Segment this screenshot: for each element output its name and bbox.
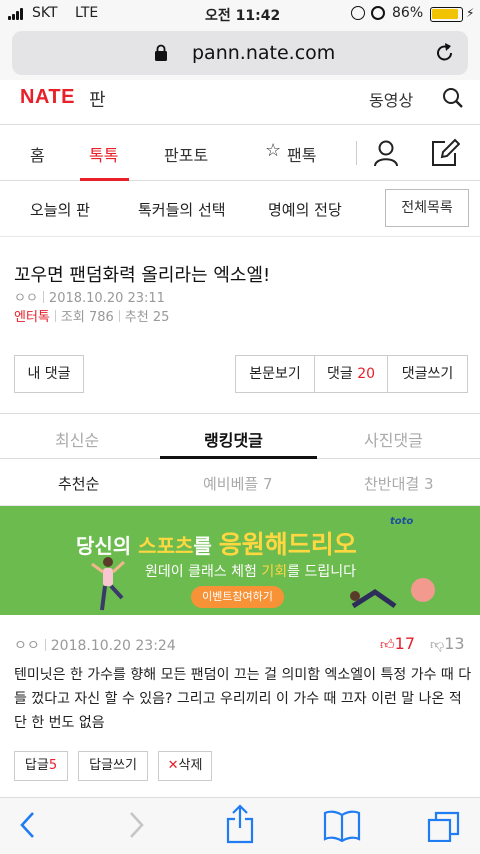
comment-date: 2018.10.20 23:24 (50, 638, 176, 654)
lock-icon (155, 44, 167, 61)
nav-item-toktok[interactable]: 톡톡 (89, 142, 118, 166)
article-author[interactable]: ㅇㅇ (14, 291, 38, 306)
comments-label: 댓글 (326, 366, 353, 382)
article-stats: 엔터톡 조회 786 추천 25 (14, 306, 169, 325)
tab-photo[interactable]: 사진댓글 (364, 427, 423, 451)
toto-logo: toto (390, 516, 414, 527)
sub-nav: 오늘의 판 톡커들의 선택 명예의 전당 전체목록 (0, 181, 480, 237)
bookmarks-icon[interactable] (323, 810, 361, 842)
view-post-button[interactable]: 본문보기 (235, 355, 315, 393)
write-comment-button[interactable]: 댓글쓰기 (387, 355, 468, 393)
nav-item-home[interactable]: 홈 (30, 142, 45, 166)
comment-subtabs: 추천순 예비베플 7 찬반대결 3 (0, 459, 480, 506)
delete-label: 삭제 (178, 758, 203, 773)
article-meta: ㅇㅇ 2018.10.20 23:11 (14, 287, 165, 306)
alarm-icon (371, 6, 385, 20)
main-nav: 홈 톡톡 판포토 ☆ 팬톡 (0, 124, 480, 181)
comment-text: 텐미닛은 한 가수를 향해 모든 팬덤이 끄는 걸 의미함 엑소엘이 특정 가수… (14, 667, 472, 731)
article-category[interactable]: 엔터톡 (14, 310, 50, 325)
battery-percent: 86% (392, 5, 424, 21)
nav-item-fantok[interactable]: 팬톡 (287, 142, 316, 166)
search-icon[interactable] (441, 86, 465, 110)
replies-label: 답글 (24, 758, 49, 773)
replies-button[interactable]: 답글5 (14, 751, 68, 781)
recommend-label: 추천 (124, 310, 149, 325)
write-icon[interactable] (430, 138, 460, 168)
views-count: 786 (88, 310, 114, 325)
all-list-button[interactable]: 전체목록 (385, 189, 469, 227)
tabs-icon[interactable] (427, 810, 461, 842)
subtab-recommended[interactable]: 추천순 (58, 473, 99, 494)
pann-section-title[interactable]: 판 (89, 86, 106, 112)
tab-ranking[interactable]: 랭킹댓글 (204, 427, 263, 451)
user-icon[interactable] (373, 139, 399, 167)
thumbs-down-icon: 👎︎ (430, 637, 445, 653)
url-text: pann.nate.com (192, 42, 336, 64)
comment-tabs: 최신순 랭킹댓글 사진댓글 (0, 413, 480, 459)
status-bar: SKT LTE 오전 11:42 86% ⚡ (0, 0, 480, 28)
browser-toolbar (0, 797, 480, 854)
subnav-today[interactable]: 오늘의 판 (30, 199, 90, 220)
delete-button[interactable]: ✕삭제 (158, 751, 212, 781)
ad-banner[interactable]: 당신의 스포츠를 응원해드리오 원데이 클래스 체험 기회를 드립니다 이벤트참… (0, 506, 480, 615)
charging-icon: ⚡ (466, 6, 475, 20)
reload-icon[interactable] (434, 42, 456, 64)
article-date: 2018.10.20 23:11 (48, 291, 165, 306)
subnav-talkers-choice[interactable]: 톡커들의 선택 (138, 199, 226, 220)
comments-count: 20 (357, 366, 376, 382)
signal-icon (8, 8, 26, 20)
address-bar[interactable]: pann.nate.com (12, 31, 468, 75)
forward-icon[interactable] (126, 810, 146, 840)
subtab-reserve-best[interactable]: 예비베플 7 (203, 473, 273, 494)
screen: SKT LTE 오전 11:42 86% ⚡ pann.nate.com NAT… (0, 0, 480, 854)
battery-icon (430, 7, 463, 22)
network-type: LTE (75, 5, 99, 21)
comments-button[interactable]: 댓글 20 (314, 355, 388, 393)
banner-event-button[interactable]: 이벤트참여하기 (191, 586, 284, 608)
back-icon[interactable] (18, 810, 38, 840)
delete-icon: ✕ (167, 758, 179, 773)
comment-meta: ㅇㅇ 2018.10.20 23:24 (14, 635, 176, 655)
nate-logo[interactable]: NATE (20, 86, 75, 109)
thumbs-up-icon: 👍︎ (380, 637, 395, 653)
video-link[interactable]: 동영상 (369, 87, 413, 111)
my-comments-button[interactable]: 내 댓글 (14, 355, 84, 393)
nav-divider (356, 141, 357, 165)
subtab-debate[interactable]: 찬반대결 3 (364, 473, 434, 494)
tab-latest[interactable]: 최신순 (55, 427, 99, 451)
views-label: 조회 (60, 310, 85, 325)
carrier: SKT (32, 5, 58, 21)
nav-item-panphoto[interactable]: 판포토 (164, 142, 208, 166)
like-count: 17 (394, 634, 415, 653)
article-title: 꼬우면 팬덤화력 올리라는 엑소엘! (14, 265, 271, 286)
write-reply-button[interactable]: 답글쓰기 (78, 751, 148, 781)
like-button[interactable]: 👍︎17 (380, 634, 415, 653)
exercise-figure-illustration (91, 557, 126, 611)
share-icon[interactable] (225, 804, 255, 844)
recommend-count: 25 (152, 310, 170, 325)
yoga-figure-illustration (350, 578, 435, 609)
banner-subline: 원데이 클래스 체험 기회를 드립니다 (145, 564, 357, 580)
clock: 오전 11:42 (205, 8, 281, 24)
star-icon: ☆ (265, 140, 282, 161)
replies-count: 5 (48, 758, 58, 773)
dislike-count: 13 (444, 634, 465, 653)
comment-author[interactable]: ㅇㅇ (14, 638, 40, 654)
subnav-hall-of-fame[interactable]: 명예의 전당 (268, 199, 342, 220)
browser-address-area: pann.nate.com (0, 28, 480, 80)
dislike-button[interactable]: 👎︎13 (430, 634, 465, 653)
orientation-lock-icon (351, 6, 365, 20)
